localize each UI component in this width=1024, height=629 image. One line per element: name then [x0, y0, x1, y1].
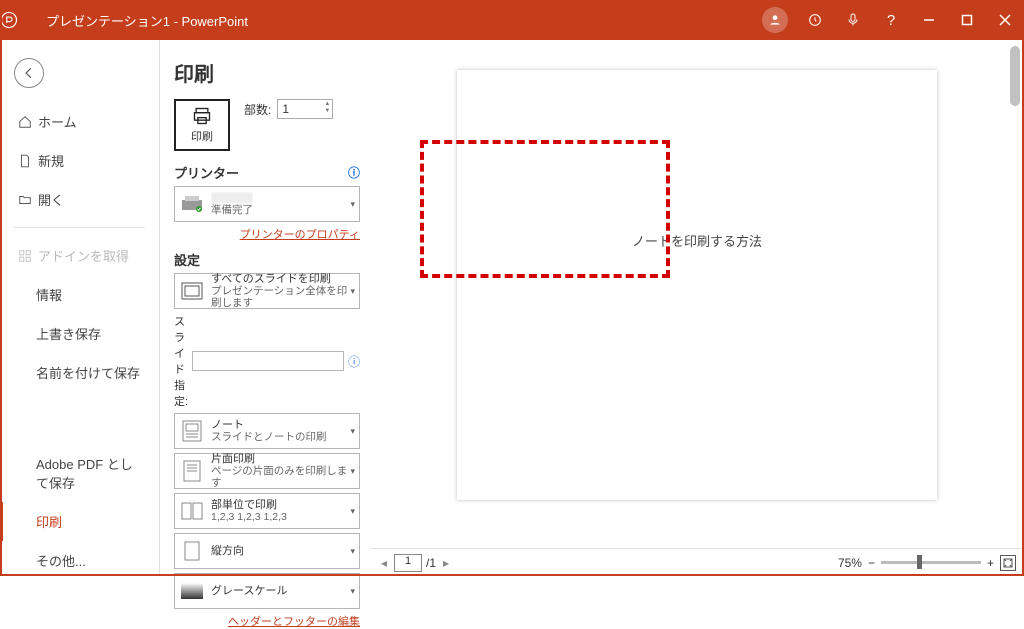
- nav-save[interactable]: 上書き保存: [0, 314, 159, 353]
- nav-home-label: ホーム: [38, 112, 77, 131]
- printer-icon: [191, 106, 213, 126]
- orientation-select[interactable]: 縦方向 ▾: [174, 533, 360, 569]
- addins-icon: [18, 249, 38, 263]
- printer-name-blurred: [211, 192, 253, 204]
- zoom-out-button[interactable]: −: [868, 556, 875, 570]
- chevron-down-icon: ▾: [350, 286, 355, 297]
- printer-info-icon[interactable]: ⓘ: [348, 164, 360, 181]
- spinner-arrows-icon: ▲▼: [324, 101, 330, 115]
- page-prev-button[interactable]: ◂: [378, 556, 390, 570]
- window-title: プレゼンテーション1 - PowerPoint: [46, 11, 248, 30]
- nav-open[interactable]: 開く: [0, 180, 159, 219]
- chevron-down-icon: ▾: [350, 506, 355, 517]
- grayscale-icon: [179, 578, 205, 604]
- printer-status: 準備完了: [211, 204, 253, 216]
- single-side-icon: [179, 458, 205, 484]
- app-icon: [0, 11, 46, 29]
- back-button[interactable]: [14, 58, 44, 88]
- chevron-down-icon: ▾: [350, 199, 355, 210]
- chevron-down-icon: ▾: [350, 546, 355, 557]
- print-button-label: 印刷: [191, 128, 213, 144]
- printer-heading: プリンター: [174, 163, 239, 182]
- print-button[interactable]: 印刷: [174, 99, 230, 151]
- notes-layout-icon: [179, 418, 205, 444]
- page-title: 印刷: [174, 58, 360, 87]
- zoom-value: 75%: [838, 556, 862, 570]
- nav-addins[interactable]: アドインを取得: [0, 236, 159, 275]
- portrait-icon: [179, 538, 205, 564]
- nav-other[interactable]: その他...: [0, 541, 159, 580]
- nav-adobe-pdf[interactable]: Adobe PDF として保存: [0, 444, 159, 502]
- copies-value: 1: [282, 102, 289, 116]
- fit-to-window-button[interactable]: [1000, 555, 1016, 571]
- header-footer-link[interactable]: ヘッダーとフッターの編集: [174, 613, 360, 629]
- chevron-down-icon: ▾: [350, 466, 355, 477]
- page-next-button[interactable]: ▸: [440, 556, 452, 570]
- preview-slide-text: ノートを印刷する方法: [632, 231, 762, 250]
- settings-heading: 設定: [174, 250, 200, 269]
- preview-page: ノートを印刷する方法: [457, 70, 937, 500]
- close-button[interactable]: [986, 0, 1024, 40]
- page-total: /1: [426, 556, 436, 570]
- copies-spinner[interactable]: 1 ▲▼: [277, 99, 333, 119]
- account-button[interactable]: [758, 0, 796, 40]
- zoom-in-button[interactable]: +: [987, 556, 994, 570]
- printer-device-icon: [179, 191, 205, 217]
- nav-saveas[interactable]: 名前を付けて保存: [0, 353, 159, 392]
- open-icon: [18, 193, 38, 207]
- duplex-select[interactable]: 片面印刷ページの片面のみを印刷します ▾: [174, 453, 360, 489]
- printer-select[interactable]: 準備完了 ▾: [174, 186, 360, 222]
- home-icon: [18, 115, 38, 129]
- maximize-button[interactable]: [948, 0, 986, 40]
- minimize-button[interactable]: [910, 0, 948, 40]
- collate-icon: [179, 498, 205, 524]
- preview-scrollbar[interactable]: [1010, 46, 1020, 518]
- collate-select[interactable]: 部単位で印刷1,2,3 1,2,3 1,2,3 ▾: [174, 493, 360, 529]
- help-button[interactable]: ?: [872, 0, 910, 40]
- print-range-select[interactable]: すべてのスライドを印刷プレゼンテーション全体を印刷します ▾: [174, 273, 360, 309]
- zoom-slider[interactable]: [881, 561, 981, 564]
- nav-home[interactable]: ホーム: [0, 102, 159, 141]
- coming-soon-icon[interactable]: [796, 0, 834, 40]
- slide-spec-info-icon[interactable]: ⓘ: [348, 353, 360, 370]
- nav-new-label: 新規: [38, 151, 64, 170]
- printer-properties-link[interactable]: プリンターのプロパティ: [174, 226, 360, 242]
- page-current-input[interactable]: 1: [394, 554, 422, 572]
- layout-select[interactable]: ノートスライドとノートの印刷 ▾: [174, 413, 360, 449]
- color-select[interactable]: グレースケール ▾: [174, 573, 360, 609]
- nav-open-label: 開く: [38, 190, 64, 209]
- chevron-down-icon: ▾: [350, 426, 355, 437]
- slides-all-icon: [179, 278, 205, 304]
- nav-new[interactable]: 新規: [0, 141, 159, 180]
- copies-label: 部数:: [244, 101, 271, 118]
- mic-icon[interactable]: [834, 0, 872, 40]
- slide-spec-label: スライド指定:: [174, 313, 188, 409]
- slide-spec-input[interactable]: [192, 351, 344, 371]
- preview-slide-thumb: ノートを印刷する方法: [577, 170, 817, 310]
- nav-print[interactable]: 印刷: [0, 502, 159, 541]
- doc-icon: [18, 154, 38, 168]
- nav-info[interactable]: 情報: [0, 275, 159, 314]
- chevron-down-icon: ▾: [350, 586, 355, 597]
- nav-addins-label: アドインを取得: [38, 246, 129, 265]
